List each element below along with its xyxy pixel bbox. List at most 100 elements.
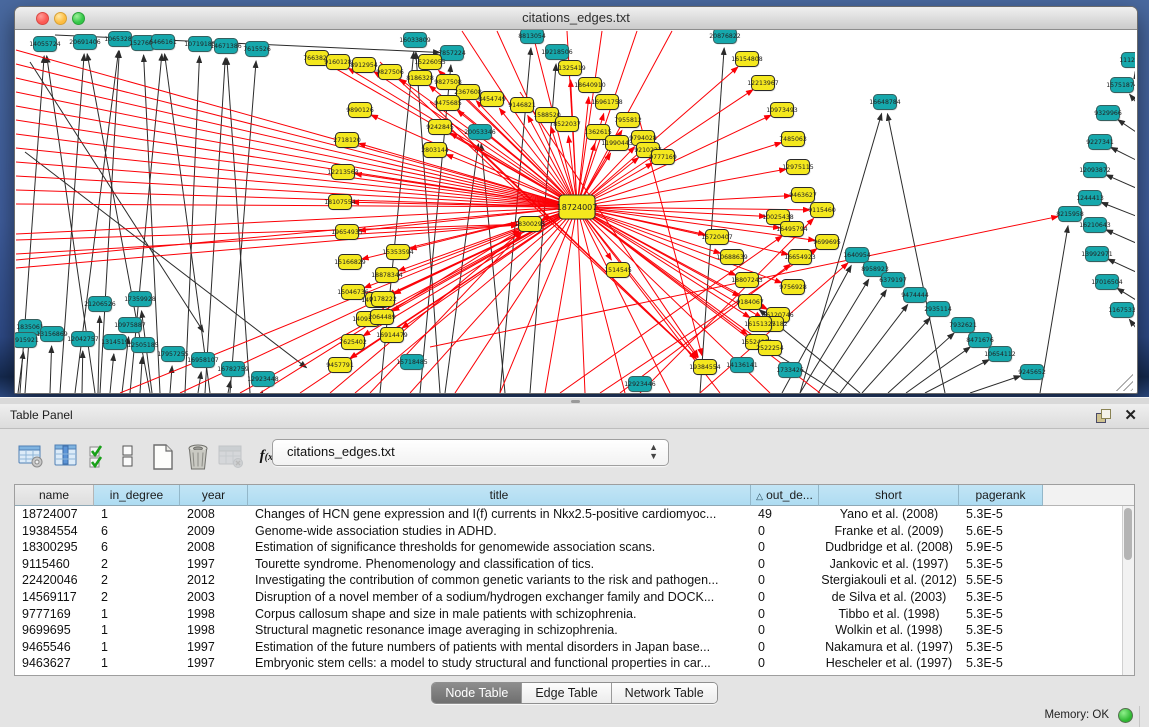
minimize-traffic-light[interactable] [54,12,67,25]
graph-node[interactable]: 8522037 [553,117,581,133]
column-header-out_de[interactable]: △out_de... [751,485,819,506]
table-row[interactable]: 946554611997Estimation of the future num… [15,639,1125,656]
graph-node[interactable]: 15166829 [334,255,366,271]
graph-node[interactable]: 18878344 [371,268,403,284]
graph-node[interactable]: 7625402 [339,335,367,351]
graph-node[interactable]: 11990443 [601,136,633,152]
show-columns-button[interactable] [51,441,81,471]
graph-node[interactable]: 8813054 [518,30,546,45]
graph-node[interactable]: 9475685 [434,96,462,112]
graph-node[interactable]: 10973493 [766,103,798,119]
scrollbar-thumb[interactable] [1124,508,1132,560]
graph-node[interactable]: 1112754 [1119,53,1135,69]
graph-node[interactable]: 15718485 [396,355,428,371]
graph-node[interactable]: 1514545 [604,263,632,279]
graph-node[interactable]: 12923448 [247,372,279,388]
graph-node[interactable]: 9890126 [346,103,374,119]
graph-node[interactable]: 10688639 [716,250,748,266]
graph-node[interactable]: 2718120 [333,133,361,149]
memory-status-indicator[interactable] [1118,708,1133,723]
graph-node[interactable]: 9245652 [1018,365,1046,381]
graph-node[interactable]: 14055724 [29,37,61,53]
table-scrollbar[interactable] [1122,506,1134,675]
graph-node[interactable]: 16914479 [376,328,408,344]
graph-node[interactable]: 3915921 [15,333,39,349]
network-window-titlebar[interactable]: citations_edges.txt [15,7,1137,30]
graph-node[interactable]: 16495794 [776,222,808,238]
graph-node[interactable]: 12042757 [67,332,99,348]
graph-node[interactable]: 9463627 [789,188,817,204]
graph-node[interactable]: 9457791 [326,358,354,374]
graph-node[interactable]: 21206526 [84,297,116,313]
graph-node[interactable]: 12213563 [327,165,359,181]
create-table-button[interactable] [148,441,178,471]
graph-node[interactable]: 9699695 [813,235,841,251]
graph-node[interactable]: 15751874 [1106,78,1135,94]
column-header-pagerank[interactable]: pagerank [959,485,1043,506]
table-row[interactable]: 1830029562008Estimation of significance … [15,539,1125,556]
graph-node[interactable]: 12975115 [782,160,814,176]
delete-rows-button[interactable] [182,441,212,471]
graph-node[interactable]: 12505185 [127,338,159,354]
graph-node[interactable]: 15720407 [701,230,733,246]
graph-node[interactable]: 9329966 [1094,106,1122,122]
graph-node[interactable]: 2935114 [924,302,952,318]
column-header-in_degree[interactable]: in_degree [94,485,180,506]
graph-node[interactable]: 20876822 [709,30,741,45]
network-graph[interactable]: 1405572420691406106532871527602646616110… [15,30,1135,393]
graph-node[interactable]: 9777169 [649,150,677,166]
graph-node[interactable]: 16210643 [1079,218,1111,234]
graph-node[interactable]: 16961758 [591,95,623,111]
graph-node[interactable]: 15226055 [414,55,446,71]
graph-node[interactable]: 1314519 [101,335,129,351]
column-header-title[interactable]: title [248,485,751,506]
table-row[interactable]: 977716911998Corpus callosum shape and si… [15,606,1125,623]
graph-node[interactable]: 9827506 [376,65,404,81]
graph-node[interactable]: 9178222 [369,292,397,308]
graph-node[interactable]: 1733426 [776,363,804,379]
table-row[interactable]: 946362711997Embryonic stem cells: a mode… [15,655,1125,672]
tab-edge-table[interactable]: Edge Table [522,683,611,703]
graph-node[interactable]: 19654935 [331,225,363,241]
graph-node[interactable]: 16958107 [187,353,219,369]
graph-node[interactable]: 11325419 [554,61,586,77]
table-row[interactable]: 1456911722003Disruption of a novel membe… [15,589,1125,606]
graph-node[interactable]: 13992971 [1081,247,1113,263]
graph-node[interactable]: 9184067 [736,295,764,311]
table-row[interactable]: 911546021997Tourette syndrome. Phenomeno… [15,556,1125,573]
table-select-dropdown[interactable]: citations_edges.txt ▲▼ [272,439,669,466]
graph-node[interactable]: 8471676 [966,333,994,349]
graph-node[interactable]: 9242845 [426,120,454,136]
graph-node[interactable]: 13156869 [36,327,68,343]
network-canvas[interactable]: 1405572420691406106532871527602646616110… [15,30,1135,393]
select-all-button[interactable] [86,441,116,471]
column-header-name[interactable]: name [15,485,94,506]
graph-node[interactable]: 18107554 [324,195,356,211]
graph-node[interactable]: 7485063 [779,132,807,148]
graph-node[interactable]: 17957255 [157,347,189,363]
close-panel-icon[interactable]: ✕ [1124,406,1137,424]
tab-node-table[interactable]: Node Table [432,683,522,703]
zoom-traffic-light[interactable] [72,12,85,25]
graph-node[interactable]: 8454749 [478,92,506,108]
row-height-button[interactable] [118,441,148,471]
graph-node[interactable]: 8215958 [1056,207,1084,223]
column-header-year[interactable]: year [180,485,248,506]
graph-node[interactable]: 10975887 [114,318,146,334]
graph-node[interactable]: 10654112 [984,347,1016,363]
close-traffic-light[interactable] [36,12,49,25]
graph-node[interactable]: 8186328 [406,71,434,87]
delete-table-button[interactable] [216,441,246,471]
graph-node[interactable]: 6379197 [879,273,907,289]
table-settings-button[interactable] [16,441,46,471]
graph-node[interactable]: 18807243 [731,273,763,289]
graph-node[interactable]: 9146821 [508,98,536,114]
table-row[interactable]: 969969511998Structural magnetic resonanc… [15,622,1125,639]
graph-node[interactable]: 9160128 [324,55,352,71]
graph-node[interactable]: 7932621 [949,318,977,334]
tab-network-table[interactable]: Network Table [612,683,717,703]
graph-node[interactable]: 2803144 [421,143,449,159]
graph-node[interactable]: 17016504 [1091,275,1123,291]
graph-node[interactable]: 9115460 [808,203,836,219]
graph-node[interactable]: 18724007 [557,195,598,220]
